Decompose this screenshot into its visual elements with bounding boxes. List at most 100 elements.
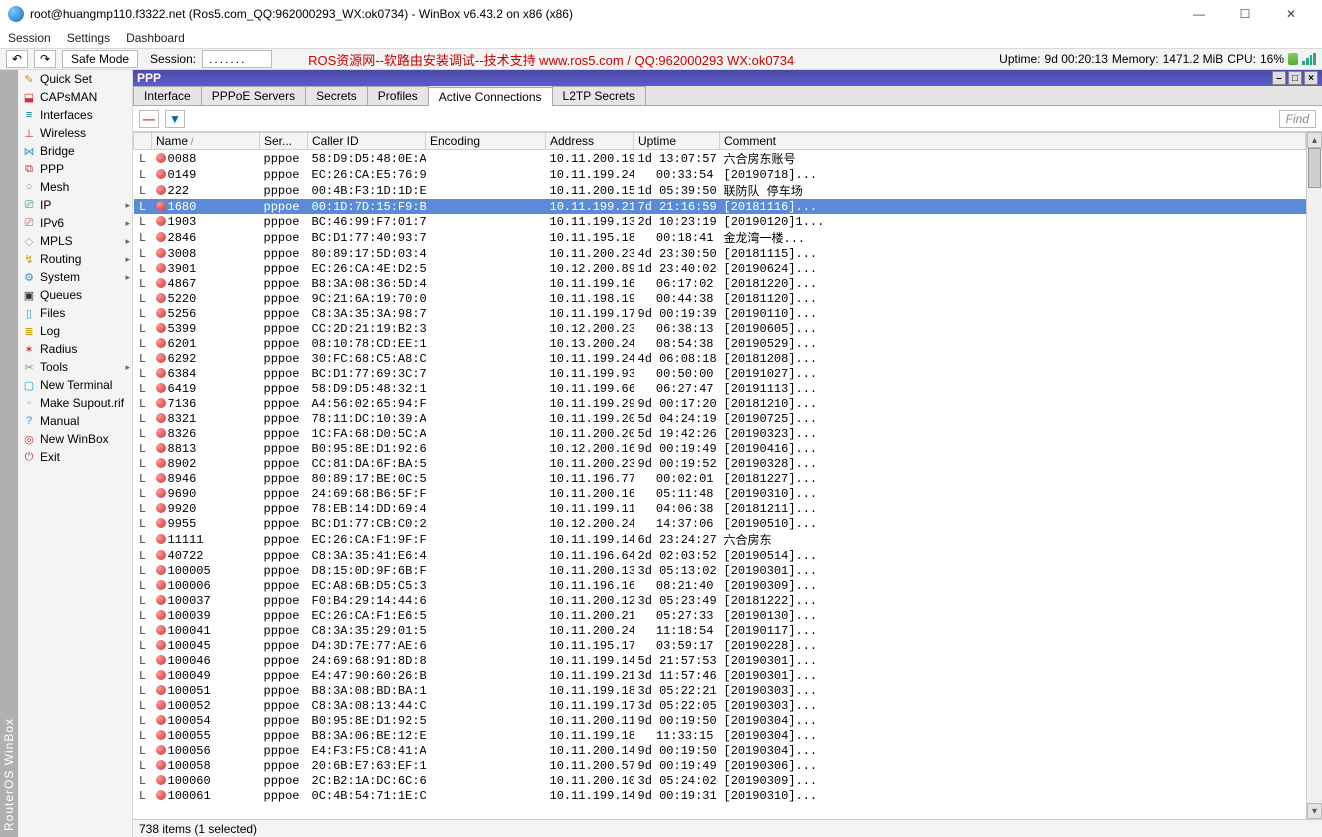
session-value[interactable]: ....... <box>202 50 272 68</box>
table-row[interactable]: L100041pppoeC8:3A:35:29:01:5010.11.200.2… <box>134 623 1306 638</box>
vertical-scrollbar[interactable]: ▴ ▾ <box>1306 132 1322 819</box>
table-row[interactable]: L6384pppoeBC:D1:77:69:3C:7B10.11.199.930… <box>134 366 1306 381</box>
table-row[interactable]: L100039pppoeEC:26:CA:F1:E6:5310.11.200.2… <box>134 608 1306 623</box>
table-row[interactable]: L100046pppoe24:69:68:91:8D:8510.11.199.1… <box>134 653 1306 668</box>
table-row[interactable]: L5220pppoe9C:21:6A:19:70:0710.11.198.193… <box>134 291 1306 306</box>
find-input[interactable]: Find <box>1279 110 1316 128</box>
table-row[interactable]: L8321pppoe78:11:DC:10:39:A110.11.199.206… <box>134 411 1306 426</box>
table-row[interactable]: L9955pppoeBC:D1:77:CB:C0:2310.12.200.244… <box>134 516 1306 531</box>
table-row[interactable]: L9690pppoe24:69:68:B6:5F:F510.11.200.163… <box>134 486 1306 501</box>
table-row[interactable]: L7136pppoeA4:56:02:65:94:FC10.11.199.299… <box>134 396 1306 411</box>
sidebar-item-bridge[interactable]: ⋈Bridge <box>18 142 132 160</box>
table-row[interactable]: L5256pppoeC8:3A:35:3A:98:7010.11.199.177… <box>134 306 1306 321</box>
vertical-tab[interactable]: RouterOS WinBox <box>0 70 18 837</box>
sidebar-item-queues[interactable]: ▣Queues <box>18 286 132 304</box>
table-row[interactable]: L5399pppoeCC:2D:21:19:B2:3810.12.200.230… <box>134 321 1306 336</box>
maximize-button[interactable]: ☐ <box>1222 0 1268 28</box>
safe-mode-button[interactable]: Safe Mode <box>62 50 138 68</box>
sidebar-item-tools[interactable]: ✂Tools▸ <box>18 358 132 376</box>
sidebar-item-new-winbox[interactable]: ◎New WinBox <box>18 430 132 448</box>
table-row[interactable]: L100045pppoeD4:3D:7E:77:AE:6C10.11.195.1… <box>134 638 1306 653</box>
tab-pppoe-servers[interactable]: PPPoE Servers <box>201 86 306 105</box>
scroll-up-button[interactable]: ▴ <box>1307 132 1322 148</box>
tab-secrets[interactable]: Secrets <box>305 86 368 105</box>
sidebar-item-mesh[interactable]: ○Mesh <box>18 178 132 196</box>
sidebar-item-ip[interactable]: ⎚IP▸ <box>18 196 132 214</box>
column-header[interactable]: Name <box>152 133 260 150</box>
minimize-button[interactable]: — <box>1176 0 1222 28</box>
table-row[interactable]: L4867pppoeB8:3A:08:36:5D:4810.11.199.161… <box>134 276 1306 291</box>
grid[interactable]: NameSer...Caller IDEncodingAddressUptime… <box>133 132 1306 819</box>
table-row[interactable]: L2846pppoeBC:D1:77:40:93:7110.11.195.187… <box>134 229 1306 246</box>
column-header[interactable] <box>134 133 152 150</box>
table-row[interactable]: L0088pppoe58:D9:D5:48:0E:A810.11.200.194… <box>134 150 1306 168</box>
sidebar-item-ppp[interactable]: ⧉PPP <box>18 160 132 178</box>
table-row[interactable]: L1903pppoeBC:46:99:F7:01:7910.11.199.137… <box>134 214 1306 229</box>
sidebar-item-new-terminal[interactable]: ▢New Terminal <box>18 376 132 394</box>
table-row[interactable]: L6201pppoe08:10:78:CD:EE:1110.13.200.240… <box>134 336 1306 351</box>
sidebar-item-make-supout-rif[interactable]: ▫Make Supout.rif <box>18 394 132 412</box>
panel-close-button[interactable]: × <box>1304 71 1318 85</box>
undo-button[interactable]: ↶ <box>6 50 28 68</box>
menu-session[interactable]: Session <box>8 31 51 45</box>
column-header[interactable]: Address <box>546 133 634 150</box>
table-row[interactable]: L3008pppoe80:89:17:5D:03:4B10.11.200.234… <box>134 246 1306 261</box>
sidebar-item-exit[interactable]: ⏻Exit <box>18 448 132 466</box>
close-button[interactable]: ✕ <box>1268 0 1314 28</box>
column-header[interactable]: Encoding <box>426 133 546 150</box>
table-row[interactable]: L6292pppoe30:FC:68:C5:A8:C410.11.199.249… <box>134 351 1306 366</box>
sidebar-item-log[interactable]: ≣Log <box>18 322 132 340</box>
sidebar-item-system[interactable]: ⚙System▸ <box>18 268 132 286</box>
tab-l2tp-secrets[interactable]: L2TP Secrets <box>552 86 646 105</box>
table-row[interactable]: L1680pppoe00:1D:7D:15:F9:BE10.11.199.217… <box>134 199 1306 214</box>
table-row[interactable]: L222pppoe00:4B:F3:1D:1D:E310.11.200.1561… <box>134 182 1306 199</box>
sidebar-item-routing[interactable]: ↯Routing▸ <box>18 250 132 268</box>
tab-interface[interactable]: Interface <box>133 86 202 105</box>
table-row[interactable]: L100037pppoeF0:B4:29:14:44:6310.11.200.1… <box>134 593 1306 608</box>
remove-button[interactable]: — <box>139 110 159 128</box>
table-row[interactable]: L8326pppoe1C:FA:68:D0:5C:A910.11.200.208… <box>134 426 1306 441</box>
menu-settings[interactable]: Settings <box>67 31 110 45</box>
scroll-thumb[interactable] <box>1308 148 1321 188</box>
sidebar-item-ipv6[interactable]: ⎚IPv6▸ <box>18 214 132 232</box>
column-header[interactable]: Uptime <box>634 133 720 150</box>
table-row[interactable]: L3901pppoeEC:26:CA:4E:D2:5910.12.200.891… <box>134 261 1306 276</box>
column-header[interactable]: Ser... <box>260 133 308 150</box>
redo-button[interactable]: ↷ <box>34 50 56 68</box>
table-row[interactable]: L6419pppoe58:D9:D5:48:32:1010.11.199.660… <box>134 381 1306 396</box>
table-row[interactable]: L9920pppoe78:EB:14:DD:69:4F10.11.199.115… <box>134 501 1306 516</box>
sidebar-item-interfaces[interactable]: ≡Interfaces <box>18 106 132 124</box>
sidebar-item-quick-set[interactable]: ✎Quick Set <box>18 70 132 88</box>
column-header[interactable]: Caller ID <box>308 133 426 150</box>
sidebar-item-radius[interactable]: ✶Radius <box>18 340 132 358</box>
sidebar-item-mpls[interactable]: ◇MPLS▸ <box>18 232 132 250</box>
sidebar-item-files[interactable]: ▯Files <box>18 304 132 322</box>
menu-dashboard[interactable]: Dashboard <box>126 31 185 45</box>
sidebar-item-manual[interactable]: ?Manual <box>18 412 132 430</box>
tab-active-connections[interactable]: Active Connections <box>428 87 553 106</box>
table-row[interactable]: L100051pppoeB8:3A:08:BD:BA:1810.11.199.1… <box>134 683 1306 698</box>
column-header[interactable]: Comment <box>720 133 1306 150</box>
table-row[interactable]: L100049pppoeE4:47:90:60:26:B210.11.199.2… <box>134 668 1306 683</box>
table-row[interactable]: L100005pppoeD8:15:0D:9F:6B:F510.11.200.1… <box>134 563 1306 578</box>
table-row[interactable]: L40722pppoeC8:3A:35:41:E6:4010.11.196.64… <box>134 548 1306 563</box>
table-row[interactable]: L8813pppoeB0:95:8E:D1:92:6910.12.200.169… <box>134 441 1306 456</box>
table-row[interactable]: L8902pppoeCC:81:DA:6F:BA:5010.11.200.237… <box>134 456 1306 471</box>
filter-button[interactable]: ▼ <box>165 110 185 128</box>
table-row[interactable]: L100052pppoeC8:3A:08:13:44:C010.11.199.1… <box>134 698 1306 713</box>
table-row[interactable]: L100056pppoeE4:F3:F5:C8:41:AD10.11.200.1… <box>134 743 1306 758</box>
sidebar-item-capsman[interactable]: ⬓CAPsMAN <box>18 88 132 106</box>
table-row[interactable]: L100055pppoeB8:3A:06:BE:12:E010.11.199.1… <box>134 728 1306 743</box>
table-row[interactable]: L11111pppoeEC:26:CA:F1:9F:F710.11.199.14… <box>134 531 1306 548</box>
table-row[interactable]: L8946pppoe80:89:17:BE:0C:5B10.11.196.770… <box>134 471 1306 486</box>
table-row[interactable]: L0149pppoeEC:26:CA:E5:76:9D10.11.199.244… <box>134 167 1306 182</box>
panel-maximize-button[interactable]: □ <box>1288 71 1302 85</box>
sidebar-item-wireless[interactable]: ⊥Wireless <box>18 124 132 142</box>
table-row[interactable]: L100060pppoe2C:B2:1A:DC:6C:6810.11.200.1… <box>134 773 1306 788</box>
table-row[interactable]: L100061pppoe0C:4B:54:71:1E:C410.11.199.1… <box>134 788 1306 803</box>
scroll-down-button[interactable]: ▾ <box>1307 803 1322 819</box>
table-row[interactable]: L100058pppoe20:6B:E7:63:EF:1C10.11.200.5… <box>134 758 1306 773</box>
table-row[interactable]: L100006pppoeEC:A8:6B:D5:C5:3410.11.196.1… <box>134 578 1306 593</box>
table-row[interactable]: L100054pppoeB0:95:8E:D1:92:5310.11.200.1… <box>134 713 1306 728</box>
tab-profiles[interactable]: Profiles <box>367 86 429 105</box>
